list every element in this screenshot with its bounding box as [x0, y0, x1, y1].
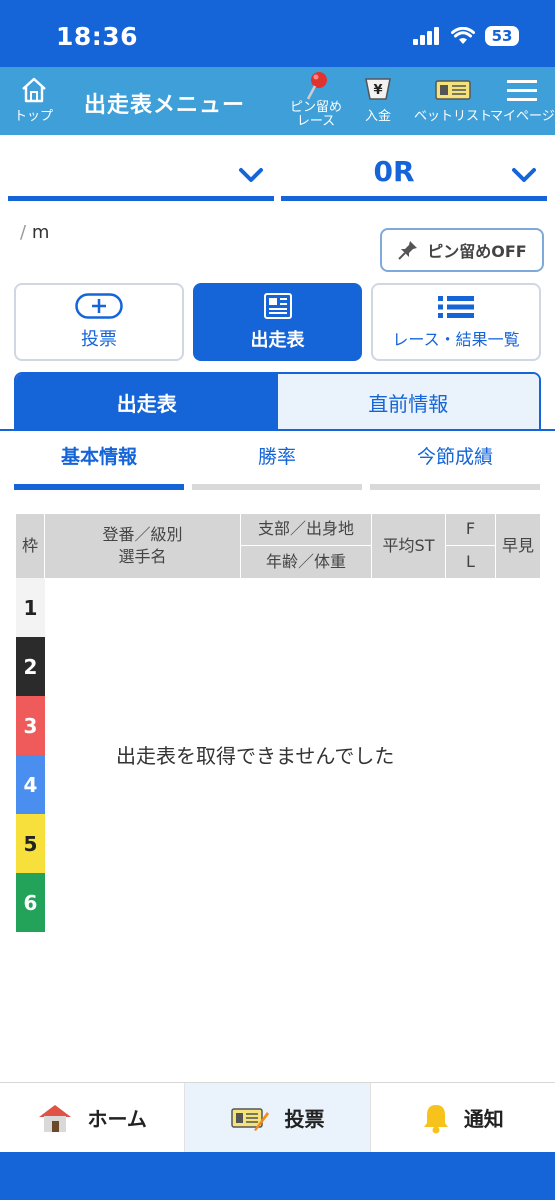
- tab-preinfo[interactable]: 直前情報: [277, 374, 539, 430]
- race-distance-unit: m: [31, 222, 50, 243]
- racecard-button-label: 出走表: [250, 330, 305, 351]
- race-distance-slash: /: [20, 222, 27, 243]
- bottom-nav-vote[interactable]: 投票: [185, 1083, 371, 1152]
- chevron-down-icon: [512, 168, 536, 182]
- mypage-button[interactable]: マイページ: [490, 75, 555, 124]
- col-registration-line2: 選手名: [118, 547, 167, 566]
- col-l: L: [446, 546, 496, 578]
- race-results-button[interactable]: レース・結果一覧: [371, 283, 541, 361]
- list-icon: [438, 296, 474, 318]
- pinned-race-label-1: ピン留め: [290, 100, 343, 115]
- pinned-race-label-2: レース: [296, 114, 336, 130]
- tab-racecard[interactable]: 出走表: [16, 374, 278, 430]
- subtab-season-label: 今節成績: [416, 446, 493, 468]
- vote-button[interactable]: 投票: [14, 283, 184, 361]
- deposit-label: 入金: [364, 109, 391, 124]
- action-buttons: 投票 出走表 レース・結果一覧: [0, 283, 555, 361]
- bottom-nav-notice[interactable]: 通知: [371, 1083, 555, 1152]
- status-icons: 53: [413, 26, 519, 46]
- waku-cell: 1: [16, 578, 45, 637]
- svg-text:¥: ¥: [373, 83, 382, 98]
- pinned-race-button[interactable]: ピン留め レース: [290, 71, 342, 130]
- yen-machine-icon: ¥: [365, 78, 391, 100]
- col-f: F: [446, 514, 496, 546]
- waku-cell: 2: [16, 637, 45, 696]
- vote-button-label: 投票: [81, 329, 117, 350]
- pin-off-button[interactable]: ピン留めOFF: [380, 228, 544, 272]
- table-body: 1 2 3 4 5 6 出走表を取得できませんでした: [16, 578, 540, 934]
- waku-cell: 3: [16, 696, 45, 755]
- bell-icon: [423, 1104, 448, 1133]
- col-waku: 枠: [16, 514, 45, 578]
- waku-cell: 6: [16, 873, 45, 932]
- col-age-weight: 年齢／体重: [241, 546, 372, 578]
- status-bar: 18:36 53: [0, 0, 555, 67]
- wifi-icon: [451, 27, 475, 44]
- main-tabs: 出走表 直前情報: [14, 372, 541, 430]
- bottom-nav-home[interactable]: ホーム: [0, 1083, 186, 1152]
- subtab-indicator: [192, 484, 362, 490]
- col-branch: 支部／出身地: [241, 514, 372, 546]
- subtab-basic[interactable]: 基本情報: [14, 438, 184, 490]
- col-registration-line1: 登番／級別: [102, 524, 183, 544]
- col-registration: 登番／級別 選手名: [45, 514, 241, 578]
- ticket-pen-icon: [231, 1107, 270, 1131]
- ticket-icon: [435, 80, 471, 100]
- page-title: 出走表メニュー: [84, 93, 246, 118]
- racecard-button[interactable]: 出走表: [193, 283, 362, 361]
- house-icon: [39, 1104, 72, 1132]
- bottom-nav-vote-label: 投票: [284, 1107, 325, 1131]
- waku-cell: 5: [16, 814, 45, 873]
- table-header: 枠 登番／級別 選手名 支部／出身地 年齢／体重 平均ST F L 早見: [16, 514, 540, 578]
- newspaper-icon: [263, 293, 292, 319]
- race-number-select[interactable]: 0R: [281, 149, 547, 201]
- subtab-indicator: [14, 484, 184, 490]
- subtab-winrate[interactable]: 勝率: [192, 438, 362, 490]
- plus-circle-icon: [75, 293, 123, 319]
- subtab-winrate-label: 勝率: [257, 446, 296, 468]
- subtab-basic-label: 基本情報: [60, 446, 137, 468]
- subtab-indicator: [370, 484, 540, 490]
- bottom-nav-home-label: ホーム: [87, 1107, 147, 1131]
- bottom-nav-notice-label: 通知: [463, 1107, 504, 1131]
- pushpin-icon: [398, 241, 418, 260]
- empty-table-message: 出走表を取得できませんでした: [116, 744, 395, 768]
- bottom-strip: [0, 1152, 555, 1200]
- mypage-label: マイページ: [490, 109, 555, 124]
- sub-tabs: 基本情報 勝率 今節成績: [0, 438, 555, 490]
- race-selectors: 0R: [0, 135, 555, 215]
- race-number-value: 0R: [373, 155, 415, 188]
- subtab-season[interactable]: 今節成績: [370, 438, 540, 490]
- venue-select[interactable]: [8, 149, 274, 201]
- hamburger-menu-icon: [507, 80, 538, 101]
- battery-indicator: 53: [485, 26, 519, 46]
- betlist-label: ベットリスト: [414, 109, 493, 124]
- home-top-label: トップ: [14, 109, 54, 124]
- pushpin-icon: [306, 72, 327, 100]
- col-early: 早見: [501, 535, 534, 555]
- chevron-down-icon: [239, 168, 263, 182]
- tabs-divider: [0, 429, 555, 431]
- col-avg-st: 平均ST: [372, 514, 446, 578]
- racer-table: 枠 登番／級別 選手名 支部／出身地 年齢／体重 平均ST F L 早見 1 2…: [16, 514, 540, 934]
- signal-icon: [413, 27, 439, 45]
- pin-off-label: ピン留めOFF: [427, 242, 527, 261]
- bottom-nav: ホーム 投票 通知: [0, 1082, 555, 1152]
- app-header: トップ 出走表メニュー ピン留め レース ¥ 入金 ベットリスト マイページ: [0, 67, 555, 135]
- waku-cell: 4: [16, 755, 45, 814]
- home-top-button[interactable]: トップ: [14, 75, 53, 124]
- race-results-label: レース・結果一覧: [392, 330, 520, 349]
- house-icon: [21, 77, 46, 103]
- status-time: 18:36: [56, 22, 139, 51]
- betlist-button[interactable]: ベットリスト: [414, 75, 492, 124]
- deposit-button[interactable]: ¥ 入金: [362, 75, 394, 124]
- race-distance: / m: [20, 222, 49, 243]
